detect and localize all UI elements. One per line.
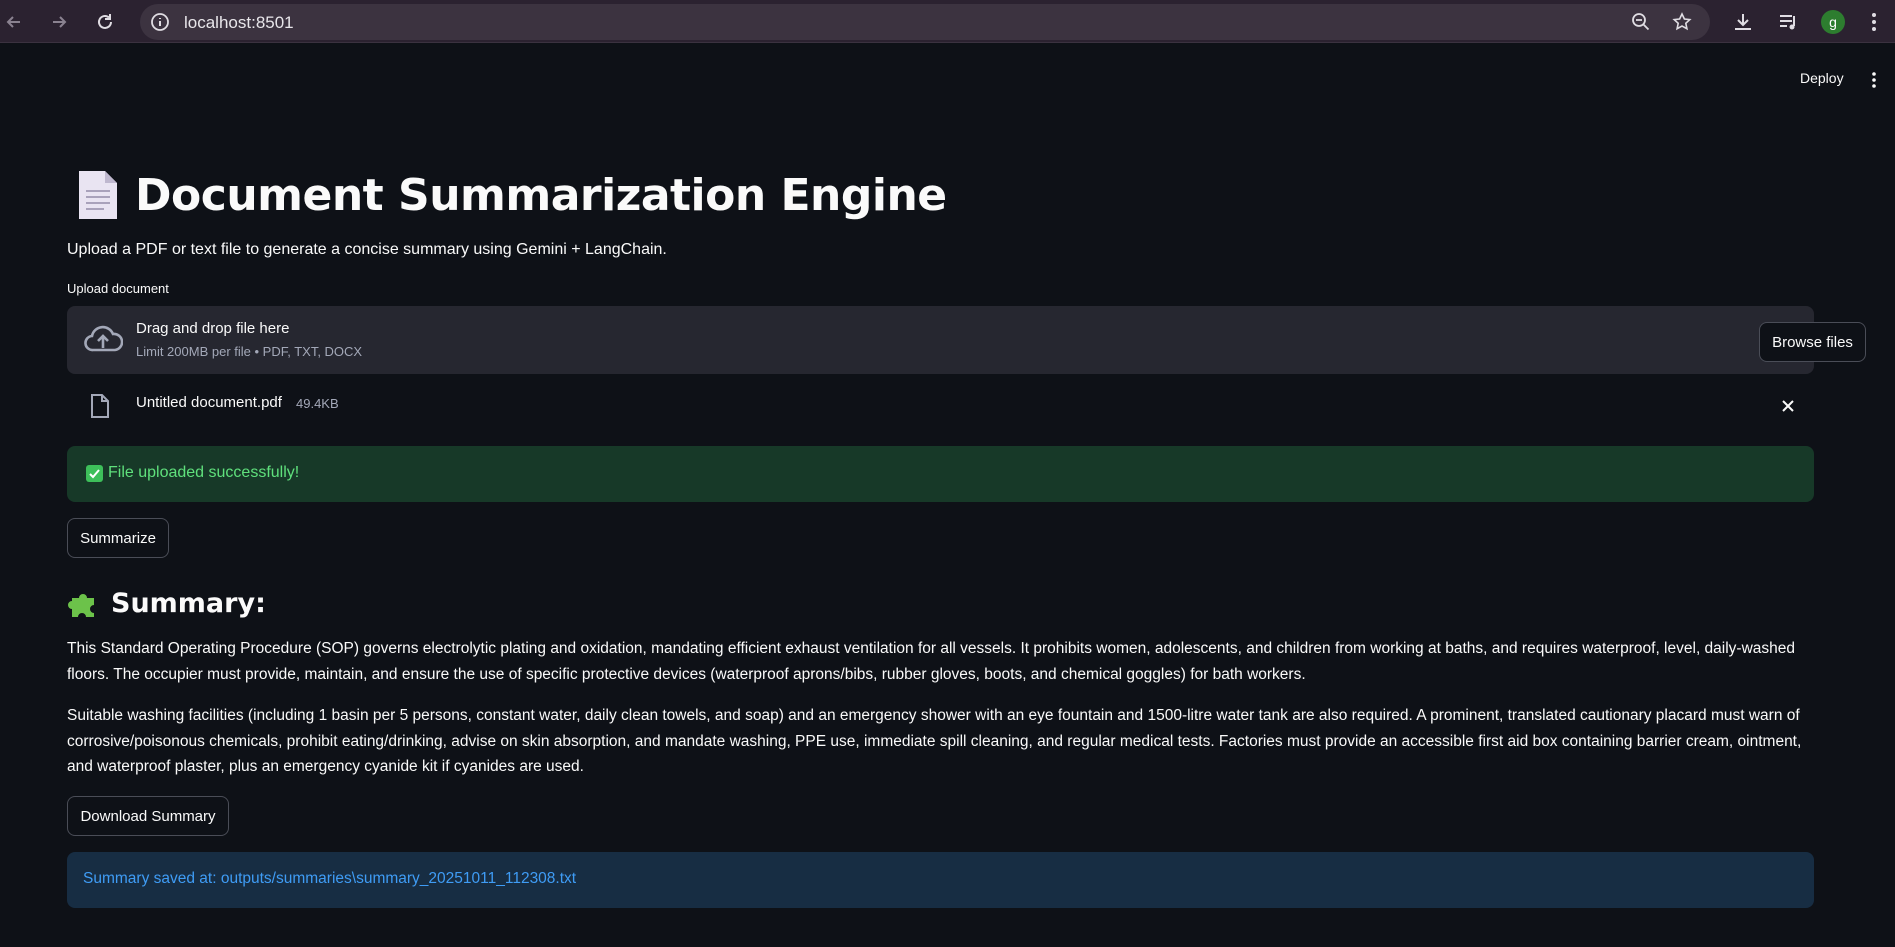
page-header: Document Summarization Engine bbox=[67, 150, 947, 240]
reload-icon[interactable] bbox=[91, 8, 119, 36]
dropzone-title: Drag and drop file here bbox=[136, 320, 290, 337]
media-queue-icon[interactable] bbox=[1777, 10, 1801, 34]
summary-paragraph-2: Suitable washing facilities (including 1… bbox=[67, 707, 1802, 775]
document-icon bbox=[67, 165, 127, 225]
remove-file-icon[interactable] bbox=[1779, 397, 1797, 415]
dropzone-limit: Limit 200MB per file • PDF, TXT, DOCX bbox=[136, 344, 363, 359]
cloud-upload-icon bbox=[83, 322, 124, 358]
file-dropzone[interactable]: Drag and drop file here Limit 200MB per … bbox=[67, 306, 1866, 374]
saved-path-message: Summary saved at: outputs/summaries\summ… bbox=[83, 870, 577, 887]
site-info-icon[interactable] bbox=[150, 12, 170, 32]
uploaded-file-row: Untitled document.pdf 49.4KB bbox=[67, 385, 1814, 427]
summary-title: Summary: bbox=[111, 587, 266, 619]
deploy-button[interactable]: Deploy bbox=[1800, 70, 1844, 86]
forward-icon[interactable] bbox=[45, 8, 73, 36]
success-alert: File uploaded successfully! bbox=[67, 446, 1814, 502]
upload-label: Upload document bbox=[67, 281, 169, 296]
zoom-icon[interactable] bbox=[1631, 12, 1651, 32]
file-icon bbox=[89, 393, 111, 419]
summarize-button[interactable]: Summarize bbox=[67, 518, 169, 558]
file-size: 49.4KB bbox=[296, 396, 339, 411]
page-title: Document Summarization Engine bbox=[135, 169, 947, 221]
check-icon bbox=[86, 465, 103, 482]
browser-toolbar: localhost:8501 g bbox=[0, 0, 1895, 43]
back-icon[interactable] bbox=[0, 8, 28, 36]
url-text[interactable]: localhost:8501 bbox=[184, 13, 294, 33]
download-icon[interactable] bbox=[1731, 10, 1755, 34]
summary-heading: Summary: bbox=[67, 583, 266, 623]
browser-menu-icon[interactable] bbox=[1862, 10, 1886, 34]
bookmark-star-icon[interactable] bbox=[1672, 12, 1692, 32]
page-subtitle: Upload a PDF or text file to generate a … bbox=[67, 241, 667, 258]
summary-paragraph-1: This Standard Operating Procedure (SOP) … bbox=[67, 640, 1796, 683]
puzzle-icon bbox=[67, 586, 101, 620]
address-bar[interactable]: localhost:8501 bbox=[140, 4, 1710, 40]
profile-avatar[interactable]: g bbox=[1821, 10, 1845, 34]
file-name: Untitled document.pdf bbox=[136, 394, 282, 411]
download-summary-button[interactable]: Download Summary bbox=[67, 796, 229, 836]
info-alert: Summary saved at: outputs/summaries\summ… bbox=[67, 852, 1814, 908]
app-menu-icon[interactable] bbox=[1865, 70, 1883, 90]
browse-files-button[interactable]: Browse files bbox=[1759, 322, 1866, 362]
success-message: File uploaded successfully! bbox=[108, 464, 300, 481]
